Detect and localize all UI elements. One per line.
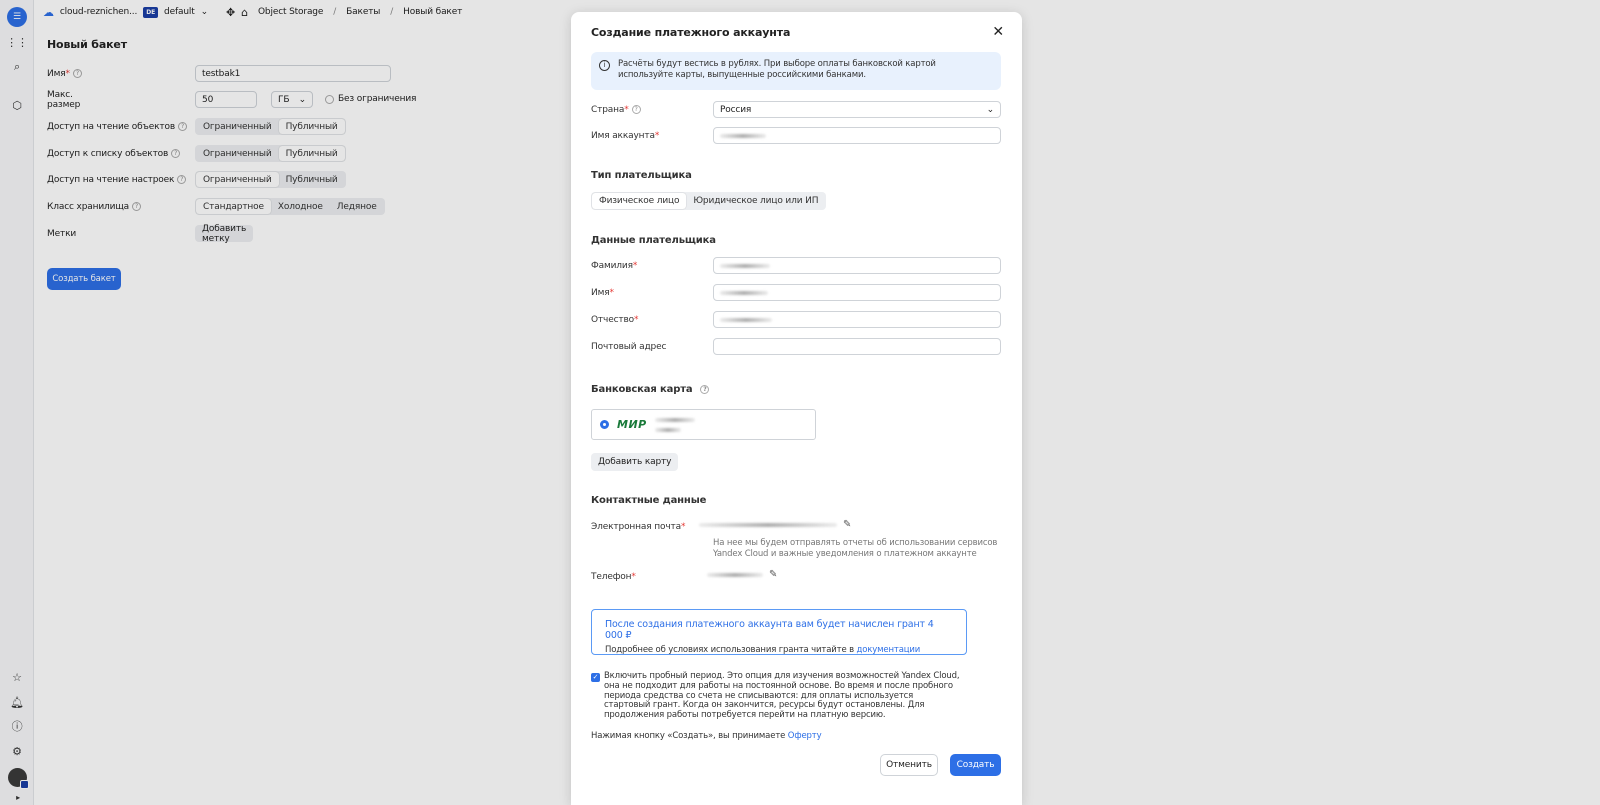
phone-value: ✎ bbox=[707, 569, 777, 580]
offer-link[interactable]: Оферту bbox=[788, 731, 822, 741]
add-card-button[interactable]: Добавить карту bbox=[591, 453, 679, 471]
email-hint: На нее мы будем отправлять отчеты об исп… bbox=[713, 538, 998, 559]
account-name-label: Имя аккаунта* bbox=[591, 131, 660, 141]
close-icon[interactable]: ✕ bbox=[992, 24, 1004, 40]
country-select[interactable]: Россия ⌄ bbox=[713, 101, 1001, 118]
patronymic-input[interactable] bbox=[713, 311, 1001, 328]
postal-address-input[interactable] bbox=[713, 338, 1001, 355]
cancel-button[interactable]: Отменить bbox=[880, 754, 938, 776]
info-icon: i bbox=[599, 60, 610, 71]
help-icon[interactable]: ? bbox=[631, 105, 641, 114]
surname-input[interactable] bbox=[713, 257, 1001, 274]
grant-text: Подробнее об условиях использования гран… bbox=[605, 645, 921, 655]
payer-type-title: Тип плательщика bbox=[591, 170, 692, 181]
postal-address-label: Почтовый адрес bbox=[591, 342, 667, 352]
first-name-input[interactable] bbox=[713, 284, 1001, 301]
patronymic-label: Отчество* bbox=[591, 315, 639, 325]
billing-account-modal: Создание платежного аккаунта ✕ i Расчёты… bbox=[571, 12, 1022, 805]
grant-banner: После создания платежного аккаунта вам б… bbox=[591, 609, 967, 655]
card-radio[interactable] bbox=[600, 420, 609, 429]
grant-title: После создания платежного аккаунта вам б… bbox=[605, 619, 934, 641]
chevron-down-icon: ⌄ bbox=[986, 104, 995, 115]
modal-title: Создание платежного аккаунта bbox=[591, 26, 791, 39]
bank-card-title: Банковская карта? bbox=[591, 384, 710, 395]
country-label: Страна*? bbox=[591, 105, 641, 115]
surname-label: Фамилия* bbox=[591, 261, 638, 271]
trial-option: ✓ Включить пробный период. Это опция для… bbox=[591, 671, 961, 721]
payer-individual[interactable]: Физическое лицо bbox=[592, 193, 687, 209]
account-name-input[interactable] bbox=[713, 127, 1001, 144]
offer-text: Нажимая кнопку «Создать», вы принимаете … bbox=[591, 731, 822, 741]
first-name-label: Имя* bbox=[591, 288, 614, 298]
documentation-link[interactable]: документации bbox=[857, 645, 921, 655]
help-icon[interactable]: ? bbox=[700, 384, 710, 394]
payer-legal[interactable]: Юридическое лицо или ИП bbox=[686, 193, 825, 209]
email-label: Электронная почта* bbox=[591, 522, 686, 532]
trial-checkbox[interactable]: ✓ bbox=[591, 673, 600, 682]
trial-text: Включить пробный период. Это опция для и… bbox=[604, 671, 960, 721]
info-banner: i Расчёты будут вестись в рублях. При вы… bbox=[591, 52, 1001, 90]
email-value: ✎ bbox=[699, 519, 851, 530]
mir-logo: МИР bbox=[617, 418, 647, 431]
info-text: Расчёты будут вестись в рублях. При выбо… bbox=[618, 59, 936, 80]
phone-label: Телефон* bbox=[591, 572, 636, 582]
payer-type-toggle: Физическое лицо Юридическое лицо или ИП bbox=[591, 192, 827, 210]
edit-email-pencil-icon[interactable]: ✎ bbox=[843, 519, 851, 530]
bank-card-option[interactable]: МИР bbox=[591, 409, 816, 440]
contacts-title: Контактные данные bbox=[591, 495, 707, 506]
create-button[interactable]: Создать bbox=[950, 754, 1001, 776]
edit-phone-pencil-icon[interactable]: ✎ bbox=[769, 569, 777, 580]
payer-data-title: Данные плательщика bbox=[591, 235, 716, 246]
